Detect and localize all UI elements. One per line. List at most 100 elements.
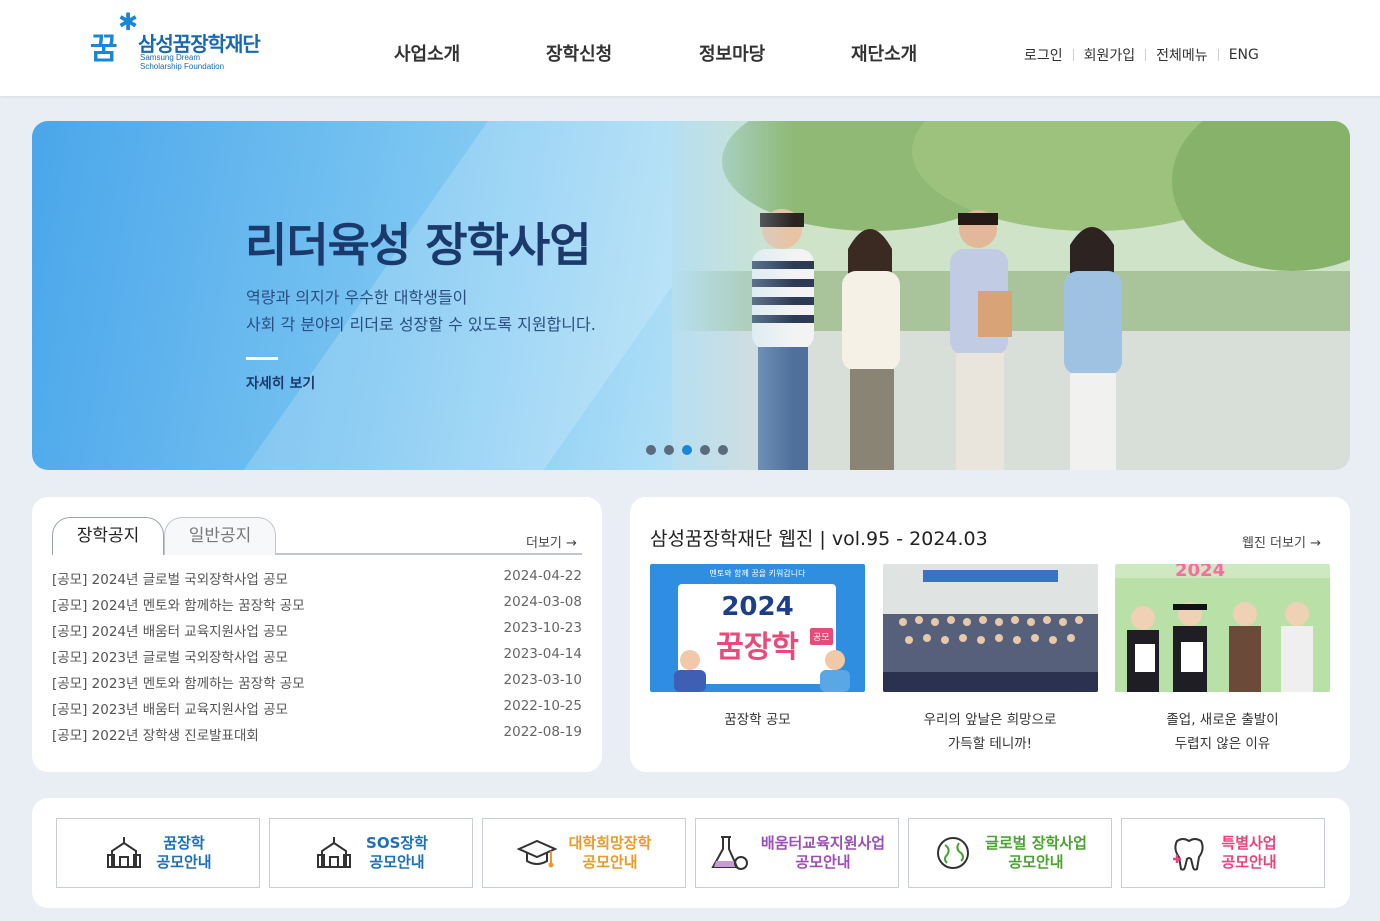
- notice-panel: 장학공지 일반공지 더보기 → [공모] 2024년 글로벌 국외장학사업 공모…: [32, 497, 602, 772]
- quick-link-subtitle: 공모안내: [795, 853, 851, 871]
- tab-general-notice[interactable]: 일반공지: [164, 517, 276, 555]
- quick-link-title: 대학희망장학: [568, 834, 652, 852]
- list-item[interactable]: [공모] 2023년 멘토와 함께하는 꿈장학 공모 2023-03-10: [52, 672, 582, 698]
- thumb-year: 2024: [1175, 564, 1226, 581]
- webzine-item[interactable]: 2024 졸업, 새로운 출발이 두렵지 않은 이유: [1115, 564, 1330, 752]
- quick-link-subtitle: 공모안내: [1008, 853, 1064, 871]
- webzine-thumbnail[interactable]: 멘토와 함께 꿈을 키워갑니다 2024 꿈장학 공모: [650, 564, 865, 692]
- notice-title[interactable]: [공모] 2022년 장학생 진로발표대회: [52, 724, 259, 750]
- hero-banner: 리더육성 장학사업 역량과 의지가 우수한 대학생들이 사회 각 분야의 리더로…: [32, 121, 1350, 470]
- webzine-panel: 삼성꿈장학재단 웹진 | vol.95 - 2024.03 웹진 더보기 → 멘…: [630, 497, 1350, 772]
- list-item[interactable]: [공모] 2024년 배움터 교육지원사업 공모 2023-10-23: [52, 620, 582, 646]
- webzine-more-link[interactable]: 웹진 더보기 →: [1242, 532, 1321, 551]
- nav-info[interactable]: 정보마당: [699, 40, 765, 66]
- logo-name-en: Scholarship Foundation: [140, 62, 225, 71]
- quick-link-sos-scholarship[interactable]: SOS장학 공모안내: [269, 818, 473, 888]
- notice-date: 2024-03-08: [503, 594, 582, 610]
- logo-name-en: Samsung Dream: [140, 53, 201, 62]
- quick-link-title: 글로벌 장학사업: [985, 834, 1087, 852]
- notice-title[interactable]: [공모] 2023년 배움터 교육지원사업 공모: [52, 698, 288, 724]
- webzine-caption[interactable]: 두렵지 않은 이유: [1115, 732, 1330, 752]
- notice-date: 2022-10-25: [503, 698, 582, 714]
- nav-business[interactable]: 사업소개: [394, 40, 460, 66]
- quick-link-title: 특별사업: [1221, 834, 1277, 852]
- signup-link[interactable]: 회원가입: [1084, 45, 1136, 65]
- nav-scholarship-apply[interactable]: 장학신청: [546, 40, 612, 66]
- notice-date: 2023-10-23: [503, 620, 582, 636]
- slider-dot[interactable]: [664, 445, 674, 455]
- divider: [1072, 49, 1074, 61]
- notice-tabs: 장학공지 일반공지: [52, 517, 582, 555]
- notice-title[interactable]: [공모] 2024년 배움터 교육지원사업 공모: [52, 620, 288, 646]
- full-menu-link[interactable]: 전체메뉴: [1156, 45, 1208, 65]
- quick-link-title: SOS장학: [366, 834, 428, 852]
- school-icon: [317, 837, 352, 868]
- quick-link-label: 대학희망장학 공모안내: [569, 834, 652, 872]
- webzine-item[interactable]: 우리의 앞날은 희망으로 가득할 테니까!: [882, 564, 1098, 752]
- quick-link-label: SOS장학 공모안내: [366, 834, 428, 872]
- slider-dot[interactable]: [718, 445, 728, 455]
- hero-accent-bar: [246, 357, 278, 360]
- login-link[interactable]: 로그인: [1024, 45, 1063, 65]
- notice-date: 2022-08-19: [503, 724, 582, 740]
- webzine-title: 삼성꿈장학재단 웹진 | vol.95 - 2024.03: [650, 528, 988, 550]
- tab-scholarship-notice[interactable]: 장학공지: [52, 517, 164, 555]
- hero-description: 역량과 의지가 우수한 대학생들이: [246, 288, 468, 307]
- quick-link-dream-scholarship[interactable]: 꿈장학 공모안내: [56, 818, 260, 888]
- webzine-caption[interactable]: 졸업, 새로운 출발이: [1115, 708, 1330, 728]
- notice-title[interactable]: [공모] 2024년 멘토와 함께하는 꿈장학 공모: [52, 594, 305, 620]
- hero-more-link[interactable]: 자세히 보기: [246, 373, 315, 393]
- quick-link-global-scholarship[interactable]: 글로벌 장학사업 공모안내: [908, 818, 1112, 888]
- notice-title[interactable]: [공모] 2024년 글로벌 국외장학사업 공모: [52, 568, 288, 594]
- graduation-photo-image: [1115, 564, 1330, 692]
- thumb-illustration: [674, 650, 706, 692]
- utility-menu: 로그인 회원가입 전체메뉴 ENG: [1024, 45, 1259, 65]
- quick-link-label: 배움터교육지원사업 공모안내: [761, 834, 885, 872]
- slider-dot[interactable]: [700, 445, 710, 455]
- tooth-icon: [1173, 838, 1204, 871]
- quick-link-title: 꿈장학: [163, 834, 205, 852]
- english-link[interactable]: ENG: [1229, 47, 1259, 63]
- hero-title: 리더육성 장학사업: [245, 218, 592, 272]
- school-icon: [107, 837, 142, 868]
- nav-foundation[interactable]: 재단소개: [851, 40, 917, 66]
- list-item[interactable]: [공모] 2023년 배움터 교육지원사업 공모 2022-10-25: [52, 698, 582, 724]
- slider-dot[interactable]: [646, 445, 656, 455]
- list-item[interactable]: [공모] 2024년 글로벌 국외장학사업 공모 2024-04-22: [52, 568, 582, 594]
- list-item[interactable]: [공모] 2022년 장학생 진로발표대회 2022-08-19: [52, 724, 582, 750]
- quick-link-subtitle: 공모안내: [1221, 853, 1277, 871]
- notice-title[interactable]: [공모] 2023년 멘토와 함께하는 꿈장학 공모: [52, 672, 305, 698]
- webzine-caption[interactable]: 가득할 테니까!: [883, 732, 1098, 752]
- webzine-thumbnail[interactable]: [882, 564, 1098, 692]
- slider-pagination: [646, 445, 728, 455]
- site-logo[interactable]: 꿈 ✱ 삼성꿈장학재단 Samsung Dream Scholarship Fo…: [90, 8, 280, 72]
- group-photo-image: [882, 564, 1098, 692]
- quick-link-special-project[interactable]: 특별사업 공모안내: [1121, 818, 1325, 888]
- webzine-caption[interactable]: 우리의 앞날은 희망으로: [883, 708, 1098, 728]
- quick-link-subtitle: 공모안내: [582, 853, 638, 871]
- notice-more-link[interactable]: 더보기 →: [526, 532, 577, 551]
- quick-link-university-hope[interactable]: 대학희망장학 공모안내: [482, 818, 686, 888]
- list-item[interactable]: [공모] 2023년 글로벌 국외장학사업 공모 2023-04-14: [52, 646, 582, 672]
- notice-date: 2023-03-10: [503, 672, 582, 688]
- webzine-thumbnail[interactable]: 2024: [1115, 564, 1330, 692]
- notice-title[interactable]: [공모] 2023년 글로벌 국외장학사업 공모: [52, 646, 288, 672]
- thumb-illustration: [820, 650, 850, 692]
- list-item[interactable]: [공모] 2024년 멘토와 함께하는 꿈장학 공모 2024-03-08: [52, 594, 582, 620]
- quick-link-subtitle: 공모안내: [156, 853, 212, 871]
- quick-links-panel: 꿈장학 공모안내 SOS장학 공모안내 대학희망장학 공모안내 배움터교육지원사업 공모…: [32, 798, 1350, 908]
- notice-date: 2024-04-22: [503, 568, 582, 584]
- webzine-caption[interactable]: 꿈장학 공모: [650, 708, 865, 728]
- quick-link-subtitle: 공모안내: [369, 853, 425, 871]
- divider: [1217, 49, 1219, 61]
- webzine-item[interactable]: 멘토와 함께 꿈을 키워갑니다 2024 꿈장학 공모 꿈장학 공모: [650, 564, 865, 752]
- quick-link-learning-support[interactable]: 배움터교육지원사업 공모안내: [695, 818, 899, 888]
- slider-dot-active[interactable]: [682, 445, 692, 455]
- notice-list: [공모] 2024년 글로벌 국외장학사업 공모 2024-04-22 [공모] …: [52, 568, 582, 750]
- divider: [1145, 49, 1147, 61]
- site-header: 꿈 ✱ 삼성꿈장학재단 Samsung Dream Scholarship Fo…: [0, 0, 1380, 96]
- notice-date: 2023-04-14: [503, 646, 582, 662]
- logo-star-icon: ✱: [118, 8, 139, 36]
- quick-link-label: 특별사업 공모안내: [1221, 834, 1276, 872]
- hero-students-photo: [672, 121, 1350, 470]
